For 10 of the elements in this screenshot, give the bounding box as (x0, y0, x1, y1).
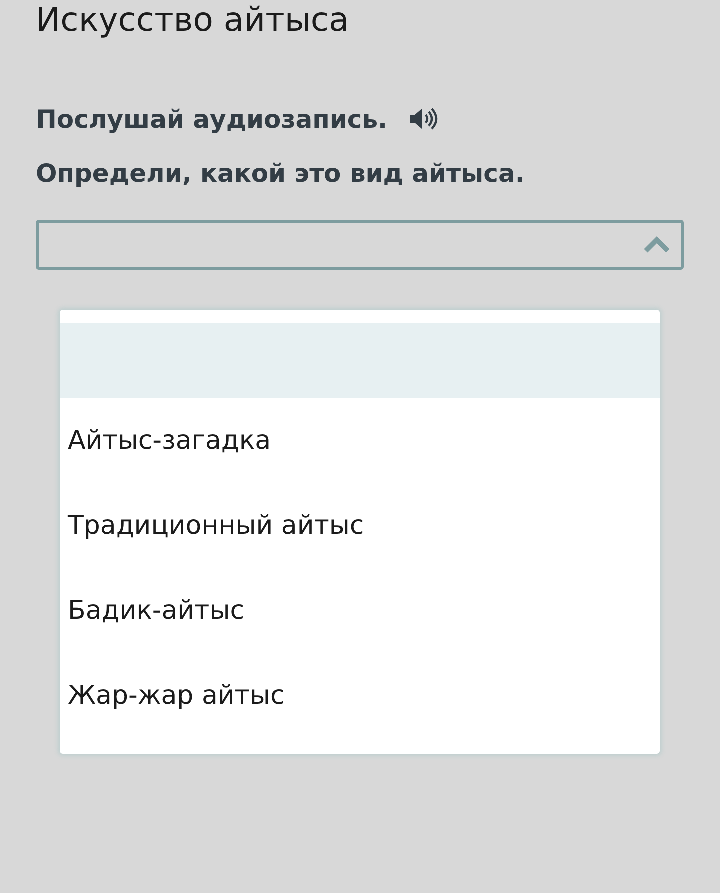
dropdown-option[interactable]: Жар-жар айтыс (60, 653, 660, 738)
dropdown-option[interactable]: Айтыс-загадка (60, 398, 660, 483)
dropdown-field[interactable] (36, 220, 684, 270)
speaker-icon[interactable] (408, 107, 438, 131)
dropdown-option[interactable]: Бадик-айтыс (60, 568, 660, 653)
caret-icon (643, 236, 671, 254)
page-title: Искусство айтыса (36, 0, 350, 40)
instruction-text: Послушай аудиозапись. (36, 104, 388, 134)
dropdown-option[interactable]: Традиционный айтыс (60, 483, 660, 568)
instruction-text: Определи, какой это вид айтыса. (36, 158, 525, 188)
